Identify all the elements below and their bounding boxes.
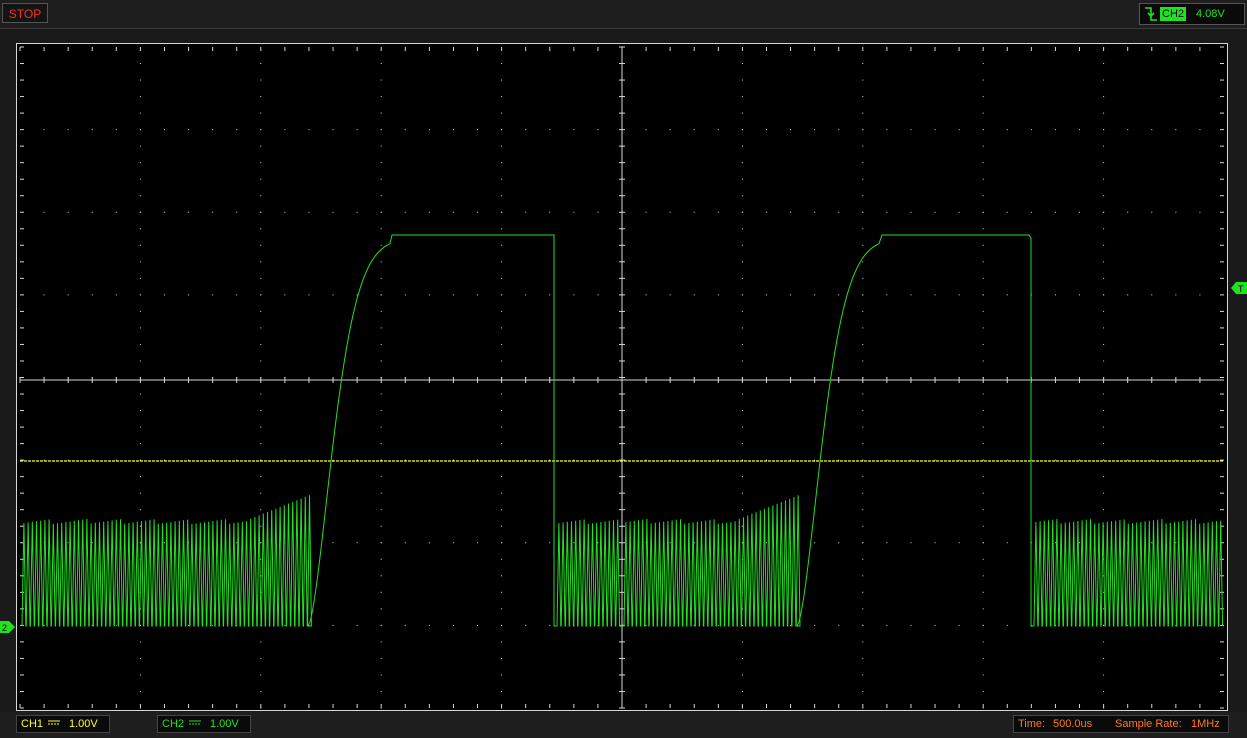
sample-rate-label: Sample Rate: (1115, 718, 1182, 730)
dc-coupling-icon (48, 720, 60, 725)
ch1-scale: 1.00V (69, 718, 98, 730)
ch2-scale: 1.00V (210, 718, 239, 730)
status-bar: CH1 1.00V CH2 1.00V Time: 500.0us Sample… (0, 712, 1247, 738)
ch2-marker-label: 2 (2, 623, 7, 633)
sample-rate-value: 1MHz (1191, 718, 1220, 730)
trigger-marker-label: T (1238, 284, 1244, 294)
time-label: Time: (1018, 718, 1046, 730)
ch1-scale-box[interactable]: CH1 1.00V (16, 715, 110, 733)
dc-coupling-icon (189, 720, 201, 725)
ch2-scale-box[interactable]: CH2 1.00V (157, 715, 251, 733)
ch1-label: CH1 (21, 718, 44, 730)
ch2-ground-marker[interactable]: 2 (0, 621, 15, 633)
graticule (19, 46, 1224, 709)
waveform-display: T 2 (0, 46, 1247, 709)
ch2-label: CH2 (162, 718, 185, 730)
timebase-box[interactable]: Time: 500.0us Sample Rate: 1MHz (1013, 715, 1229, 733)
time-value: 500.0us (1053, 718, 1093, 730)
trigger-level-marker[interactable]: T (1231, 282, 1247, 294)
